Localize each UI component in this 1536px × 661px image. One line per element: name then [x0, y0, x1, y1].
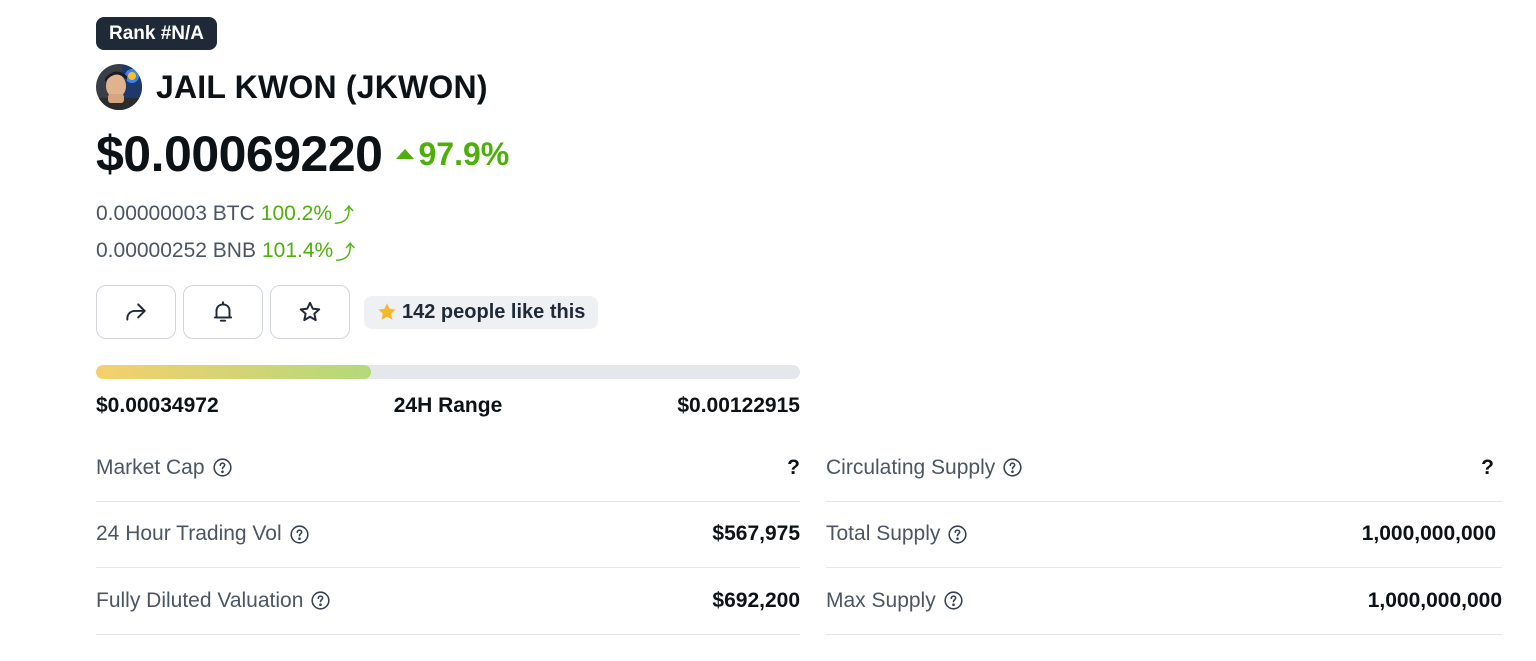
- rank-badge: Rank #N/A: [96, 17, 218, 50]
- stat-value: ?: [787, 455, 800, 479]
- stat-label: Circulating Supply: [826, 455, 996, 479]
- range-labels: $0.00034972 24H Range $0.00122915: [96, 394, 800, 418]
- share-button[interactable]: [96, 285, 176, 339]
- btc-conversion: 0.00000003 BTC 100.2% ⤴: [96, 199, 354, 228]
- coin-title: JAIL KWON (JKWON): [156, 68, 488, 105]
- stat-row-circulating-supply: Circulating Supply ?: [826, 435, 1502, 502]
- watchlist-button[interactable]: [270, 285, 350, 339]
- arrow-up-icon: ⤴: [334, 205, 355, 227]
- likes-pill: 142 people like this: [364, 295, 599, 329]
- conversion-change: 101.4%: [261, 238, 334, 262]
- coin-logo: [96, 64, 142, 110]
- conversion-value: 0.00000003 BTC: [96, 201, 255, 225]
- stats-right: Circulating Supply ? Total Supply 1,000,…: [826, 435, 1502, 635]
- conversion-change: 100.2%: [260, 201, 333, 225]
- likes-text: 142 people like this: [402, 300, 586, 323]
- price-alert-button[interactable]: [183, 285, 263, 339]
- stat-label: 24 Hour Trading Vol: [96, 522, 282, 546]
- stat-value: 1,000,000,000: [1367, 588, 1502, 612]
- share-icon: [126, 303, 146, 321]
- stat-row-max-supply: Max Supply 1,000,000,000: [826, 568, 1502, 635]
- range-bar-fill: [96, 365, 371, 379]
- price-change: 97.9%: [396, 136, 509, 173]
- stat-value: ?: [1481, 455, 1494, 479]
- stat-row-total-supply: Total Supply 1,000,000,000: [826, 502, 1502, 568]
- stat-label: Fully Diluted Valuation: [96, 588, 304, 612]
- conversion-value: 0.00000252 BNB: [96, 238, 256, 262]
- range-high: $0.00122915: [677, 394, 800, 417]
- star-filled-icon: [378, 303, 396, 320]
- price-change-value: 97.9%: [418, 135, 510, 172]
- stat-value: 1,000,000,000: [1361, 522, 1496, 546]
- help-icon[interactable]: [947, 524, 968, 545]
- stat-value: $692,200: [712, 588, 800, 612]
- price-row: $0.00069220 97.9%: [96, 122, 509, 186]
- stat-row-trading-vol: 24 Hour Trading Vol $567,975: [96, 502, 800, 568]
- stats-left: Market Cap ? 24 Hour Trading Vol $567,97…: [96, 435, 800, 635]
- stat-label: Total Supply: [826, 522, 941, 546]
- coin-price: $0.00069220: [96, 126, 383, 182]
- stat-row-fdv: Fully Diluted Valuation $692,200: [96, 568, 800, 635]
- range-low: $0.00034972: [96, 394, 219, 417]
- stat-row-market-cap: Market Cap ?: [96, 435, 800, 502]
- bnb-conversion: 0.00000252 BNB 101.4% ⤴: [96, 236, 355, 265]
- help-icon[interactable]: [943, 590, 964, 611]
- coin-header: JAIL KWON (JKWON): [96, 64, 488, 110]
- arrow-up-icon: ⤴: [335, 242, 356, 264]
- help-icon[interactable]: [212, 457, 233, 478]
- range-bar: [96, 365, 800, 379]
- caret-up-icon: [396, 149, 415, 159]
- help-icon[interactable]: [310, 590, 331, 611]
- help-icon[interactable]: [289, 524, 310, 545]
- stat-label: Market Cap: [96, 455, 205, 479]
- help-icon[interactable]: [1002, 457, 1023, 478]
- bell-icon: [213, 301, 233, 322]
- stat-value: $567,975: [712, 522, 800, 546]
- range-label: 24H Range: [393, 394, 503, 417]
- action-bar: 142 people like this: [96, 285, 599, 339]
- stat-label: Max Supply: [826, 588, 936, 612]
- star-icon: [299, 301, 321, 322]
